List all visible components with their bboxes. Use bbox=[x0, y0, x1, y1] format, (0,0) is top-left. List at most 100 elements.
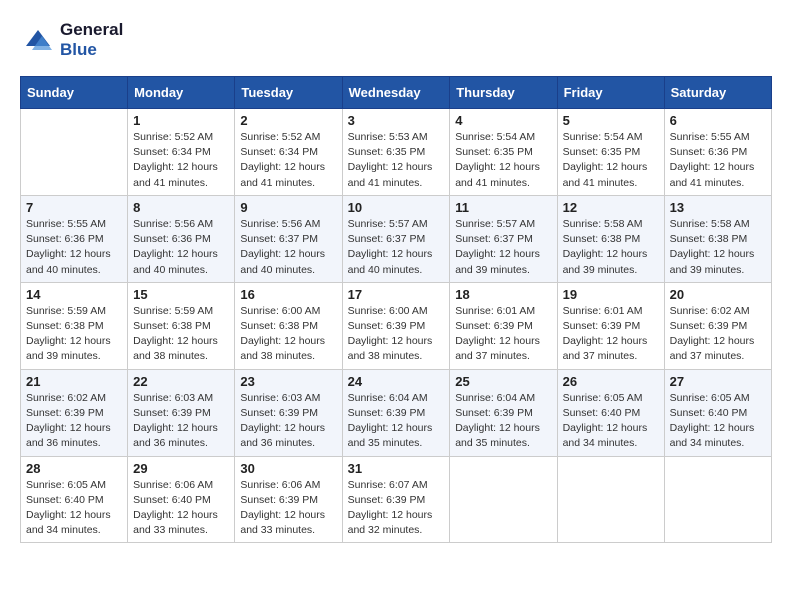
day-number: 19 bbox=[563, 287, 659, 302]
day-info: Sunrise: 6:03 AMSunset: 6:39 PMDaylight:… bbox=[240, 391, 336, 452]
day-header-sunday: Sunday bbox=[21, 77, 128, 109]
calendar-cell: 20 Sunrise: 6:02 AMSunset: 6:39 PMDayligh… bbox=[664, 282, 771, 369]
day-info: Sunrise: 6:05 AMSunset: 6:40 PMDaylight:… bbox=[563, 391, 659, 452]
day-number: 6 bbox=[670, 113, 766, 128]
day-info: Sunrise: 5:55 AMSunset: 6:36 PMDaylight:… bbox=[26, 217, 122, 278]
calendar-cell: 18Sunrise: 6:01 AMSunset: 6:39 PMDayligh… bbox=[450, 282, 557, 369]
day-info: Sunrise: 6:06 AMSunset: 6:40 PMDaylight:… bbox=[133, 478, 229, 539]
day-number: 9 bbox=[240, 200, 336, 215]
day-number: 30 bbox=[240, 461, 336, 476]
calendar-cell: 21Sunrise: 6:02 AMSunset: 6:39 PMDayligh… bbox=[21, 369, 128, 456]
day-number: 24 bbox=[348, 374, 445, 389]
day-header-monday: Monday bbox=[128, 77, 235, 109]
calendar-cell: 10 Sunrise: 5:57 AMSunset: 6:37 PMDayligh… bbox=[342, 195, 450, 282]
calendar-cell: 15 Sunrise: 5:59 AMSunset: 6:38 PMDayligh… bbox=[128, 282, 235, 369]
day-info: Sunrise: 6:01 AMSunset: 6:39 PMDaylight:… bbox=[563, 304, 659, 365]
day-info: Sunrise: 6:07 AMSunset: 6:39 PMDaylight:… bbox=[348, 478, 445, 539]
day-number: 12 bbox=[563, 200, 659, 215]
calendar-cell: 13 Sunrise: 5:58 AMSunset: 6:38 PMDayligh… bbox=[664, 195, 771, 282]
day-info: Sunrise: 6:01 AMSunset: 6:39 PMDaylight:… bbox=[455, 304, 551, 365]
day-number: 14 bbox=[26, 287, 122, 302]
day-number: 5 bbox=[563, 113, 659, 128]
day-info: Sunrise: 6:00 AMSunset: 6:39 PMDaylight:… bbox=[348, 304, 445, 365]
day-info: Sunrise: 5:57 AMSunset: 6:37 PMDaylight:… bbox=[348, 217, 445, 278]
day-header-wednesday: Wednesday bbox=[342, 77, 450, 109]
calendar-cell bbox=[21, 109, 128, 196]
calendar-cell: 19 Sunrise: 6:01 AMSunset: 6:39 PMDayligh… bbox=[557, 282, 664, 369]
day-info: Sunrise: 5:53 AMSunset: 6:35 PMDaylight:… bbox=[348, 130, 445, 191]
day-info: Sunrise: 6:05 AMSunset: 6:40 PMDaylight:… bbox=[26, 478, 122, 539]
calendar-cell: 25 Sunrise: 6:04 AMSunset: 6:39 PMDayligh… bbox=[450, 369, 557, 456]
calendar-cell: 5 Sunrise: 5:54 AMSunset: 6:35 PMDaylight… bbox=[557, 109, 664, 196]
calendar-cell: 3Sunrise: 5:53 AMSunset: 6:35 PMDaylight… bbox=[342, 109, 450, 196]
day-number: 20 bbox=[670, 287, 766, 302]
calendar-cell: 31 Sunrise: 6:07 AMSunset: 6:39 PMDayligh… bbox=[342, 456, 450, 543]
calendar-cell: 6 Sunrise: 5:55 AMSunset: 6:36 PMDaylight… bbox=[664, 109, 771, 196]
logo-icon bbox=[20, 26, 56, 54]
logo: General Blue bbox=[20, 20, 123, 60]
day-number: 7 bbox=[26, 200, 122, 215]
day-number: 15 bbox=[133, 287, 229, 302]
calendar-cell: 11 Sunrise: 5:57 AMSunset: 6:37 PMDayligh… bbox=[450, 195, 557, 282]
calendar-cell bbox=[557, 456, 664, 543]
calendar-cell: 28 Sunrise: 6:05 AMSunset: 6:40 PMDayligh… bbox=[21, 456, 128, 543]
calendar-cell: 14 Sunrise: 5:59 AMSunset: 6:38 PMDayligh… bbox=[21, 282, 128, 369]
calendar-cell bbox=[664, 456, 771, 543]
day-number: 23 bbox=[240, 374, 336, 389]
day-info: Sunrise: 6:00 AMSunset: 6:38 PMDaylight:… bbox=[240, 304, 336, 365]
calendar-cell: 12Sunrise: 5:58 AMSunset: 6:38 PMDayligh… bbox=[557, 195, 664, 282]
day-info: Sunrise: 5:52 AMSunset: 6:34 PMDaylight:… bbox=[133, 130, 229, 191]
day-number: 22 bbox=[133, 374, 229, 389]
day-number: 25 bbox=[455, 374, 551, 389]
day-info: Sunrise: 6:04 AMSunset: 6:39 PMDaylight:… bbox=[348, 391, 445, 452]
day-number: 28 bbox=[26, 461, 122, 476]
calendar-cell bbox=[450, 456, 557, 543]
day-number: 26 bbox=[563, 374, 659, 389]
day-info: Sunrise: 5:59 AMSunset: 6:38 PMDaylight:… bbox=[133, 304, 229, 365]
day-number: 31 bbox=[348, 461, 445, 476]
calendar-table: SundayMondayTuesdayWednesdayThursdayFrid… bbox=[20, 76, 772, 543]
calendar-cell: 17 Sunrise: 6:00 AMSunset: 6:39 PMDayligh… bbox=[342, 282, 450, 369]
day-info: Sunrise: 5:54 AMSunset: 6:35 PMDaylight:… bbox=[563, 130, 659, 191]
day-number: 10 bbox=[348, 200, 445, 215]
day-header-saturday: Saturday bbox=[664, 77, 771, 109]
calendar-cell: 29Sunrise: 6:06 AMSunset: 6:40 PMDayligh… bbox=[128, 456, 235, 543]
day-info: Sunrise: 5:54 AMSunset: 6:35 PMDaylight:… bbox=[455, 130, 551, 191]
day-info: Sunrise: 5:56 AMSunset: 6:36 PMDaylight:… bbox=[133, 217, 229, 278]
day-info: Sunrise: 6:05 AMSunset: 6:40 PMDaylight:… bbox=[670, 391, 766, 452]
day-info: Sunrise: 5:57 AMSunset: 6:37 PMDaylight:… bbox=[455, 217, 551, 278]
day-number: 11 bbox=[455, 200, 551, 215]
day-header-tuesday: Tuesday bbox=[235, 77, 342, 109]
day-number: 2 bbox=[240, 113, 336, 128]
day-number: 13 bbox=[670, 200, 766, 215]
calendar-cell: 27 Sunrise: 6:05 AMSunset: 6:40 PMDayligh… bbox=[664, 369, 771, 456]
day-info: Sunrise: 6:04 AMSunset: 6:39 PMDaylight:… bbox=[455, 391, 551, 452]
day-number: 8 bbox=[133, 200, 229, 215]
logo-text: General Blue bbox=[60, 20, 123, 60]
day-number: 17 bbox=[348, 287, 445, 302]
day-header-friday: Friday bbox=[557, 77, 664, 109]
calendar-cell: 23 Sunrise: 6:03 AMSunset: 6:39 PMDayligh… bbox=[235, 369, 342, 456]
day-info: Sunrise: 6:02 AMSunset: 6:39 PMDaylight:… bbox=[670, 304, 766, 365]
calendar-cell: 16 Sunrise: 6:00 AMSunset: 6:38 PMDayligh… bbox=[235, 282, 342, 369]
day-number: 27 bbox=[670, 374, 766, 389]
calendar-cell: 9 Sunrise: 5:56 AMSunset: 6:37 PMDaylight… bbox=[235, 195, 342, 282]
day-info: Sunrise: 5:55 AMSunset: 6:36 PMDaylight:… bbox=[670, 130, 766, 191]
calendar-cell: 26 Sunrise: 6:05 AMSunset: 6:40 PMDayligh… bbox=[557, 369, 664, 456]
day-info: Sunrise: 5:59 AMSunset: 6:38 PMDaylight:… bbox=[26, 304, 122, 365]
calendar-cell: 8 Sunrise: 5:56 AMSunset: 6:36 PMDaylight… bbox=[128, 195, 235, 282]
day-info: Sunrise: 6:06 AMSunset: 6:39 PMDaylight:… bbox=[240, 478, 336, 539]
calendar-cell: 4 Sunrise: 5:54 AMSunset: 6:35 PMDaylight… bbox=[450, 109, 557, 196]
day-info: Sunrise: 6:02 AMSunset: 6:39 PMDaylight:… bbox=[26, 391, 122, 452]
day-info: Sunrise: 5:56 AMSunset: 6:37 PMDaylight:… bbox=[240, 217, 336, 278]
calendar-cell: 22 Sunrise: 6:03 AMSunset: 6:39 PMDayligh… bbox=[128, 369, 235, 456]
calendar-cell: 7 Sunrise: 5:55 AMSunset: 6:36 PMDaylight… bbox=[21, 195, 128, 282]
day-info: Sunrise: 5:52 AMSunset: 6:34 PMDaylight:… bbox=[240, 130, 336, 191]
day-number: 4 bbox=[455, 113, 551, 128]
calendar-cell: 24 Sunrise: 6:04 AMSunset: 6:39 PMDayligh… bbox=[342, 369, 450, 456]
day-number: 16 bbox=[240, 287, 336, 302]
page-header: General Blue bbox=[20, 20, 772, 60]
day-info: Sunrise: 5:58 AMSunset: 6:38 PMDaylight:… bbox=[670, 217, 766, 278]
day-info: Sunrise: 6:03 AMSunset: 6:39 PMDaylight:… bbox=[133, 391, 229, 452]
calendar-cell: 1Sunrise: 5:52 AMSunset: 6:34 PMDaylight… bbox=[128, 109, 235, 196]
